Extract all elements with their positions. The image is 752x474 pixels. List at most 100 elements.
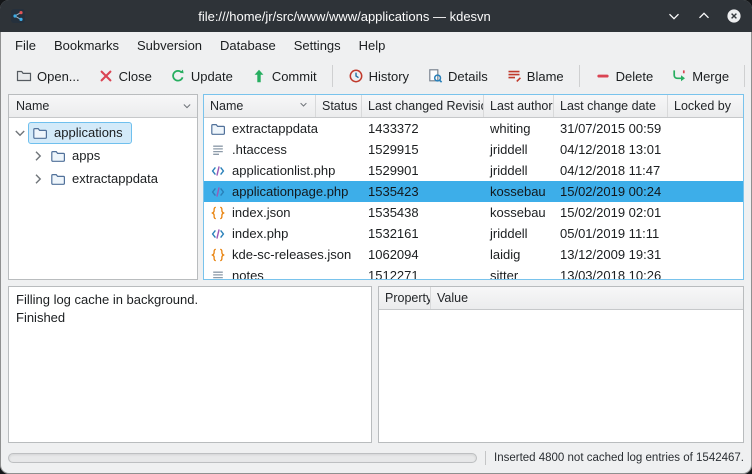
close-window-icon (726, 8, 742, 24)
file-date: 13/12/2009 19:31 (554, 247, 668, 262)
titlebar[interactable]: file:///home/jr/src/www/www/applications… (0, 0, 752, 32)
column-header-author[interactable]: Last author (484, 95, 554, 117)
column-header-revision[interactable]: Last changed Revision (362, 95, 484, 117)
column-header-locked[interactable]: Locked by (668, 95, 743, 117)
history-button[interactable]: History (340, 62, 417, 90)
minimize-button[interactable] (665, 8, 682, 25)
blame-button[interactable]: Blame (498, 62, 572, 90)
merge-button-label: Merge (692, 69, 729, 84)
file-name-cell: notes (204, 268, 316, 280)
file-name-cell: extractappdata (204, 121, 316, 137)
tree-item-content: extractappdata (46, 168, 167, 190)
folder-icon (50, 148, 66, 164)
php-file-icon (210, 163, 226, 179)
chevron-down-icon (181, 100, 193, 112)
file-revision: 1535438 (362, 205, 484, 220)
column-header-date[interactable]: Last change date (554, 95, 668, 117)
file-author: laidig (484, 247, 554, 262)
file-author: kossebau (484, 205, 554, 220)
file-date: 04/12/2018 13:01 (554, 142, 668, 157)
menu-subversion[interactable]: Subversion (128, 35, 211, 56)
tree-item-label: extractappdata (72, 171, 158, 186)
menu-file[interactable]: File (6, 35, 45, 56)
text-file-icon (210, 142, 226, 158)
progress-bar (8, 453, 477, 463)
file-row-htaccess[interactable]: .htaccess 1529915 jriddell 04/12/2018 13… (204, 139, 743, 160)
file-name-cell: .htaccess (204, 142, 316, 158)
delete-icon (595, 68, 611, 84)
expander-closed-icon[interactable] (30, 171, 46, 187)
tree-item-apps[interactable]: apps (9, 144, 197, 167)
menu-bookmarks[interactable]: Bookmarks (45, 35, 128, 56)
open-button-label: Open... (37, 69, 80, 84)
file-row-index-json[interactable]: index.json 1535438 kossebau 15/02/2019 0… (204, 202, 743, 223)
column-header-property[interactable]: Property (379, 287, 431, 309)
tree-item-extractappdata[interactable]: extractappdata (9, 167, 197, 190)
file-row-extractappdata[interactable]: extractappdata 1433372 whiting 31/07/201… (204, 118, 743, 139)
update-button[interactable]: Update (162, 62, 241, 90)
file-row-kde-sc-releases-json[interactable]: kde-sc-releases.json 1062094 laidig 13/1… (204, 244, 743, 265)
text-file-icon (210, 268, 226, 280)
main-content: Name applications (0, 94, 752, 474)
menu-database[interactable]: Database (211, 35, 285, 56)
folder-icon (210, 121, 226, 137)
menu-help[interactable]: Help (350, 35, 395, 56)
details-button-label: Details (448, 69, 488, 84)
tree-item-label: apps (72, 148, 100, 163)
expander-closed-icon[interactable] (30, 148, 46, 164)
close-button[interactable]: Close (90, 62, 160, 90)
file-name: extractappdata (232, 121, 318, 136)
column-header-status[interactable]: Status (316, 95, 362, 117)
file-author: kossebau (484, 184, 554, 199)
menu-settings[interactable]: Settings (285, 35, 350, 56)
header-options-button[interactable] (177, 95, 197, 117)
kdesvn-app-icon (10, 8, 26, 24)
file-revision: 1512271 (362, 268, 484, 279)
file-date: 31/07/2015 00:59 (554, 121, 668, 136)
expander-open-icon[interactable] (12, 125, 28, 141)
merge-button[interactable]: Merge (663, 62, 737, 90)
maximize-button[interactable] (695, 8, 712, 25)
delete-button[interactable]: Delete (587, 62, 662, 90)
commit-button[interactable]: Commit (243, 62, 325, 90)
kdesvn-window: file:///home/jr/src/www/www/applications… (0, 0, 752, 474)
column-header-value[interactable]: Value (431, 287, 743, 309)
file-name: notes (232, 268, 264, 279)
file-name: kde-sc-releases.json (232, 247, 351, 262)
folder-icon (50, 171, 66, 187)
file-name-cell: applicationlist.php (204, 163, 316, 179)
tree-item-applications[interactable]: applications (9, 121, 197, 144)
json-file-icon (210, 205, 226, 221)
delete-button-label: Delete (616, 69, 654, 84)
close-window-button[interactable] (725, 8, 742, 25)
close-button-label: Close (119, 69, 152, 84)
history-button-label: History (369, 69, 409, 84)
file-author: whiting (484, 121, 554, 136)
details-button[interactable]: Details (419, 62, 496, 90)
status-message: Inserted 4800 not cached log entries of … (494, 452, 744, 464)
file-revision: 1062094 (362, 247, 484, 262)
folder-open-icon (16, 68, 32, 84)
file-revision: 1535423 (362, 184, 484, 199)
blame-button-label: Blame (527, 69, 564, 84)
file-date: 13/03/2018 10:26 (554, 268, 668, 279)
file-row-index-php[interactable]: index.php 1532161 jriddell 05/01/2019 11… (204, 223, 743, 244)
file-date: 15/02/2019 02:01 (554, 205, 668, 220)
file-name-cell: index.json (204, 205, 316, 221)
log-output-panel[interactable]: Filling log cache in background. Finishe… (8, 286, 372, 443)
file-name: .htaccess (232, 142, 287, 157)
menubar: File Bookmarks Subversion Database Setti… (0, 32, 752, 58)
properties-body[interactable] (379, 310, 743, 442)
file-row-notes[interactable]: notes 1512271 sitter 13/03/2018 10:26 (204, 265, 743, 279)
history-icon (348, 68, 364, 84)
open-button[interactable]: Open... (8, 62, 88, 90)
file-row-applicationpage-php[interactable]: applicationpage.php 1535423 kossebau 15/… (204, 181, 743, 202)
minimize-icon (666, 8, 682, 24)
statusbar: Inserted 4800 not cached log entries of … (8, 450, 744, 466)
tree-header-name[interactable]: Name (9, 95, 177, 117)
file-revision: 1532161 (362, 226, 484, 241)
top-split: Name applications (8, 94, 744, 280)
document-close-icon (98, 68, 114, 84)
column-header-name[interactable]: Name (204, 95, 316, 117)
file-row-applicationlist-php[interactable]: applicationlist.php 1529901 jriddell 04/… (204, 160, 743, 181)
